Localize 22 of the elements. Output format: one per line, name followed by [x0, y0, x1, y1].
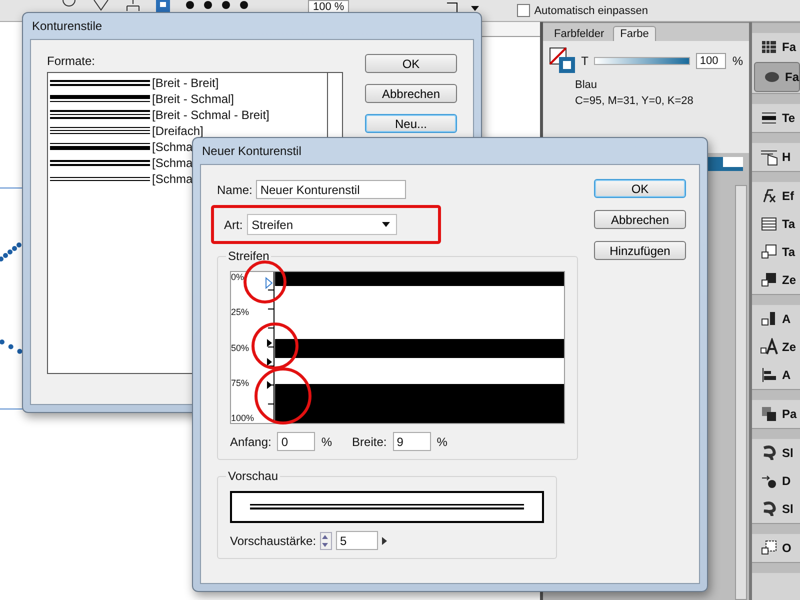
window-title: Konturenstile: [31, 18, 102, 35]
preview-weight-label: Vorschaustärke:: [230, 534, 316, 548]
start-label: Anfang:: [230, 434, 272, 448]
unit-label: %: [321, 434, 332, 448]
percent-label: %: [732, 54, 743, 68]
width-label: Breite:: [352, 434, 387, 448]
ruler-label: 50%: [231, 342, 250, 352]
window-title: Neuer Konturenstil: [201, 143, 302, 160]
name-label: Name:: [217, 182, 252, 196]
autofit-label: Automatisch einpassen: [534, 4, 648, 16]
swatch-name: Blau: [574, 79, 598, 91]
type-label: Art:: [224, 218, 243, 232]
ruler-label: 25%: [231, 307, 250, 318]
ruler-label: 100%: [231, 413, 256, 423]
ruler-label: 75%: [231, 378, 250, 388]
group-title: Streifen: [226, 249, 272, 263]
ruler-label: 0%: [231, 272, 246, 282]
tint-label: T: [581, 54, 588, 68]
unit-label: %: [436, 434, 448, 448]
swatch-values: C=95, M=31, Y=0, K=28: [574, 95, 694, 107]
group-title: Vorschau: [226, 469, 280, 483]
list-label: Formate:: [47, 54, 96, 68]
